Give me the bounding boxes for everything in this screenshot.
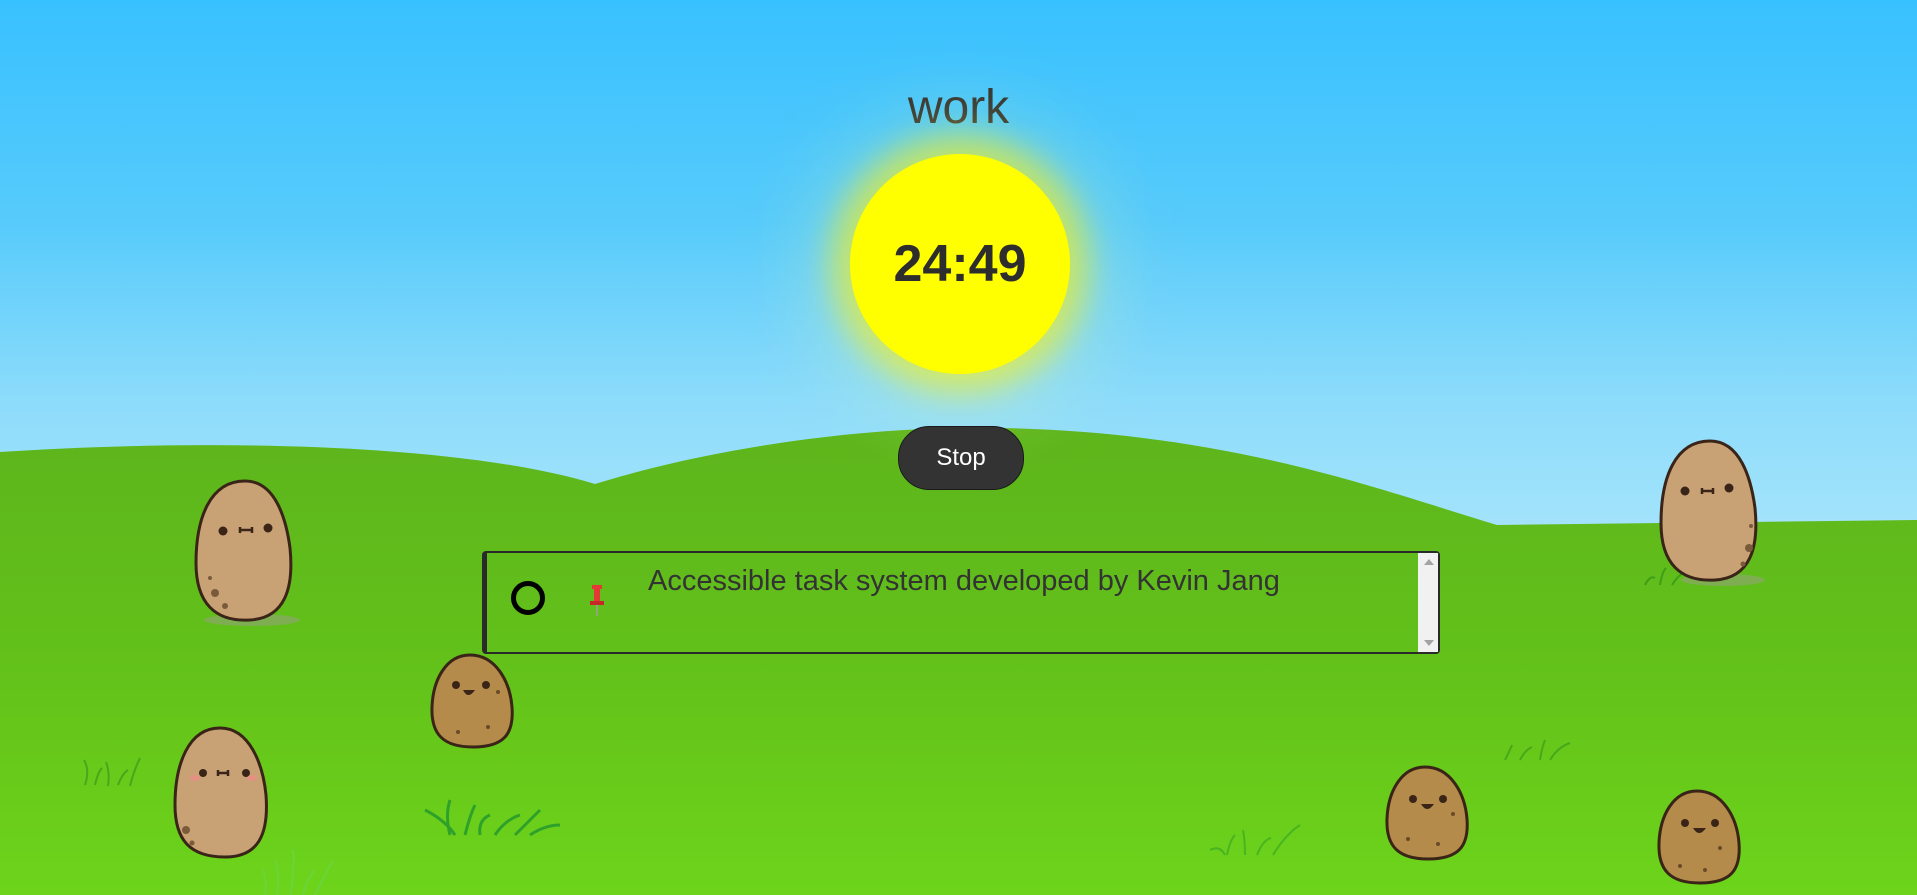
scroll-up-arrow-icon[interactable] (1424, 559, 1434, 565)
potato-character (430, 653, 514, 749)
scroll-down-arrow-icon[interactable] (1424, 640, 1434, 646)
grass-tuft (424, 799, 561, 837)
pushpin-icon[interactable] (587, 583, 607, 617)
potato-character (194, 479, 300, 626)
stop-button[interactable]: Stop (898, 426, 1024, 490)
task-item: Accessible task system developed by Kevi… (487, 553, 1418, 652)
circle-checkbox-icon[interactable] (511, 581, 545, 615)
potato-character (1659, 439, 1765, 586)
sun-timer: 24:49 (850, 154, 1070, 374)
task-list[interactable]: Accessible task system developed by Kevi… (482, 551, 1440, 654)
grass-tuft (1209, 824, 1301, 856)
task-list-scrollbar[interactable] (1418, 553, 1438, 652)
task-text: Accessible task system developed by Kevi… (648, 565, 1280, 597)
potato-character (1385, 765, 1469, 861)
grass-tuft (1504, 739, 1571, 761)
potato-character (1657, 789, 1741, 885)
pomodoro-scene: work 24:49 Stop Accessible task system d… (0, 0, 1917, 895)
mode-title: work (907, 81, 1010, 134)
timer-display: 24:49 (893, 235, 1027, 293)
potato-character (173, 726, 268, 859)
grass-tuft (83, 757, 141, 787)
